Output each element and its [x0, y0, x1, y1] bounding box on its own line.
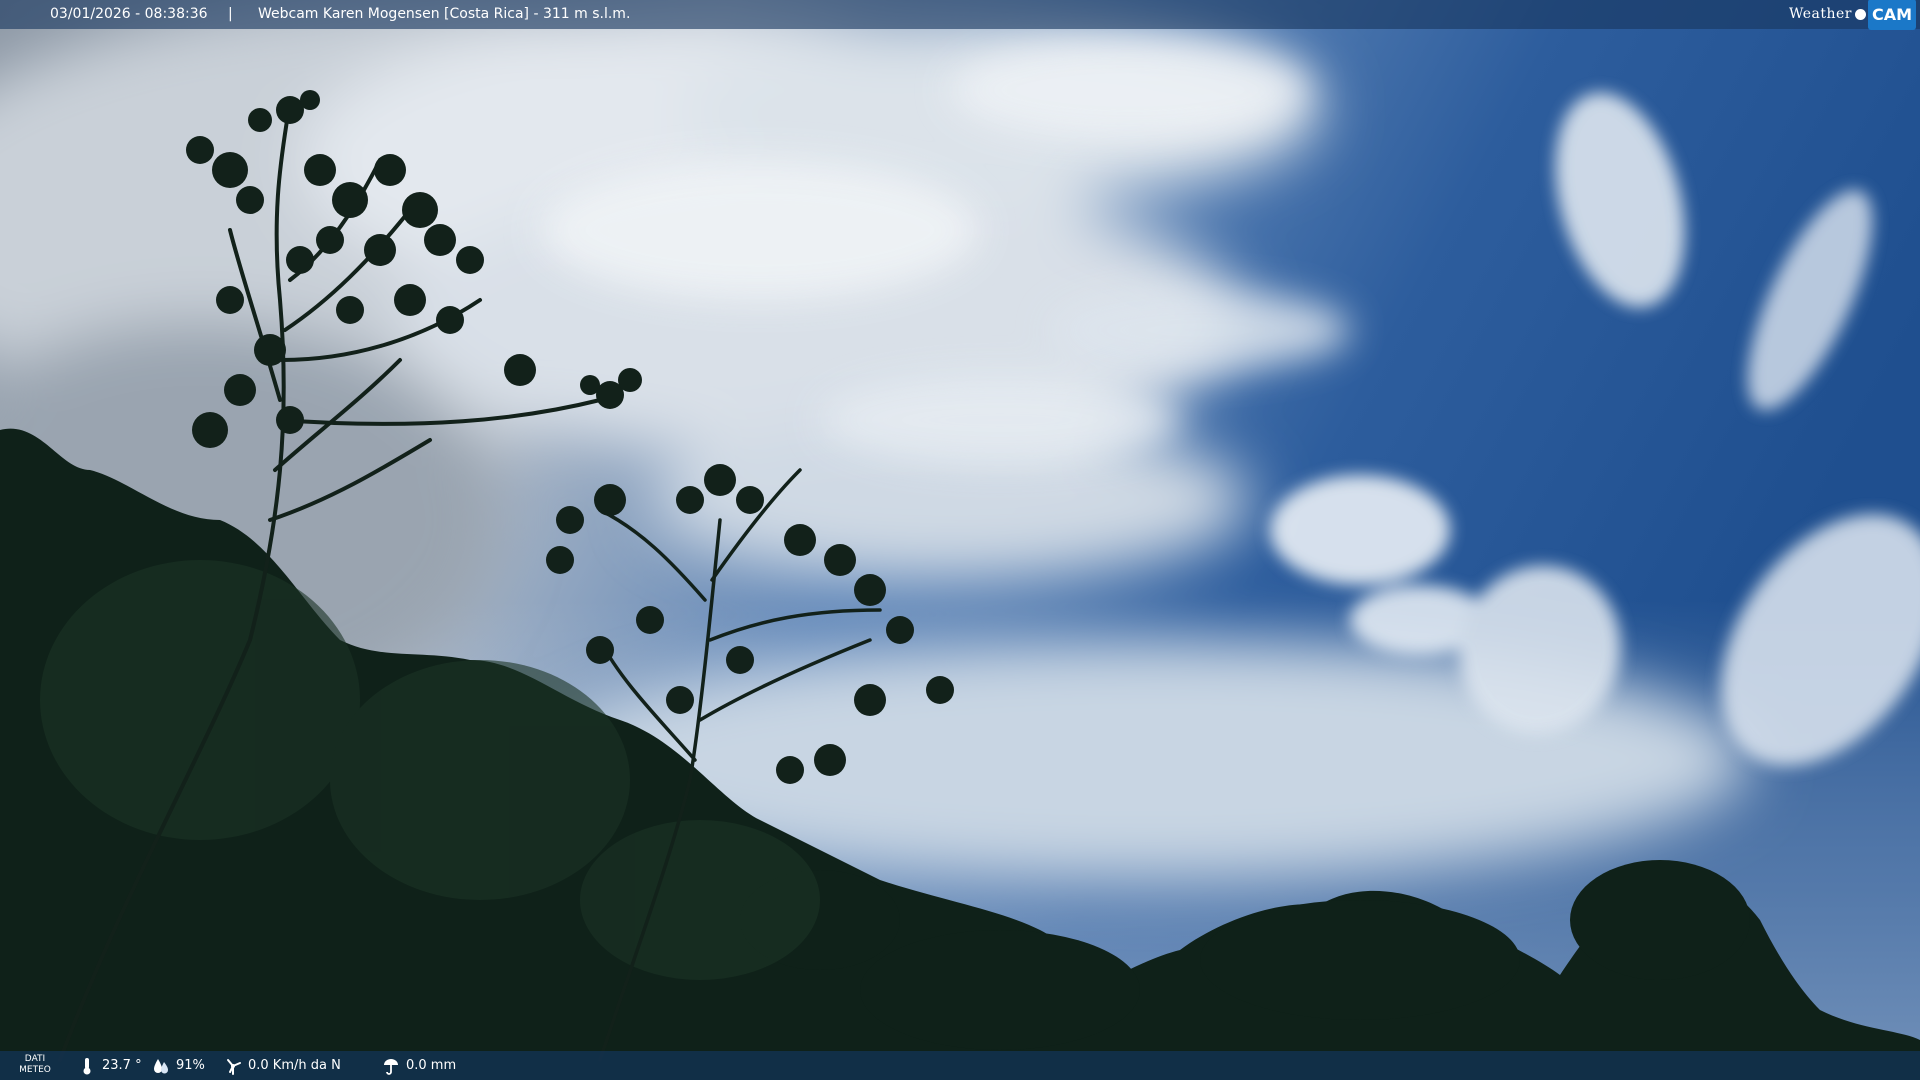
dati-label-line1: DATI — [24, 1054, 46, 1064]
logo-word: Weather — [1788, 6, 1852, 22]
wind-readout: 0.0 Km/h da N — [224, 1051, 341, 1080]
logo-badge: CAM — [1867, 0, 1916, 30]
webcam-scene — [0, 0, 1920, 1080]
logo-sun-icon — [1854, 9, 1866, 20]
humidity-drop-icon — [154, 1058, 168, 1073]
rain-value: 0.0 mm — [406, 1058, 457, 1073]
webcam-header-bar: 03/01/2026 - 08:38:36 | Webcam Karen Mog… — [0, 0, 1920, 30]
rain-icon — [384, 1058, 398, 1075]
weathercam-logo: Weather CAM — [1788, 0, 1916, 30]
webcam-title: Webcam Karen Mogensen [Costa Rica] - 311… — [258, 6, 631, 22]
temperature-readout: 23.7 ° — [78, 1051, 142, 1080]
rain-readout: 0.0 mm — [382, 1051, 456, 1080]
temperature-value: 23.7 ° — [102, 1058, 142, 1073]
humidity-readout: 91% — [152, 1051, 205, 1080]
humidity-value: 91% — [176, 1058, 205, 1073]
thermometer-icon — [83, 1057, 91, 1074]
dati-label-line2: METEO — [19, 1065, 51, 1075]
timestamp: 03/01/2026 - 08:38:36 — [50, 6, 208, 22]
header-separator: | — [228, 6, 233, 22]
wind-value: 0.0 Km/h da N — [248, 1058, 341, 1073]
wind-icon — [227, 1058, 241, 1075]
dati-meteo-label: DATI METEO — [18, 1054, 52, 1076]
weather-data-bar: DATI METEO 23.7 ° 91% 0.0 Km/h da N 0.0 … — [0, 1051, 1920, 1080]
